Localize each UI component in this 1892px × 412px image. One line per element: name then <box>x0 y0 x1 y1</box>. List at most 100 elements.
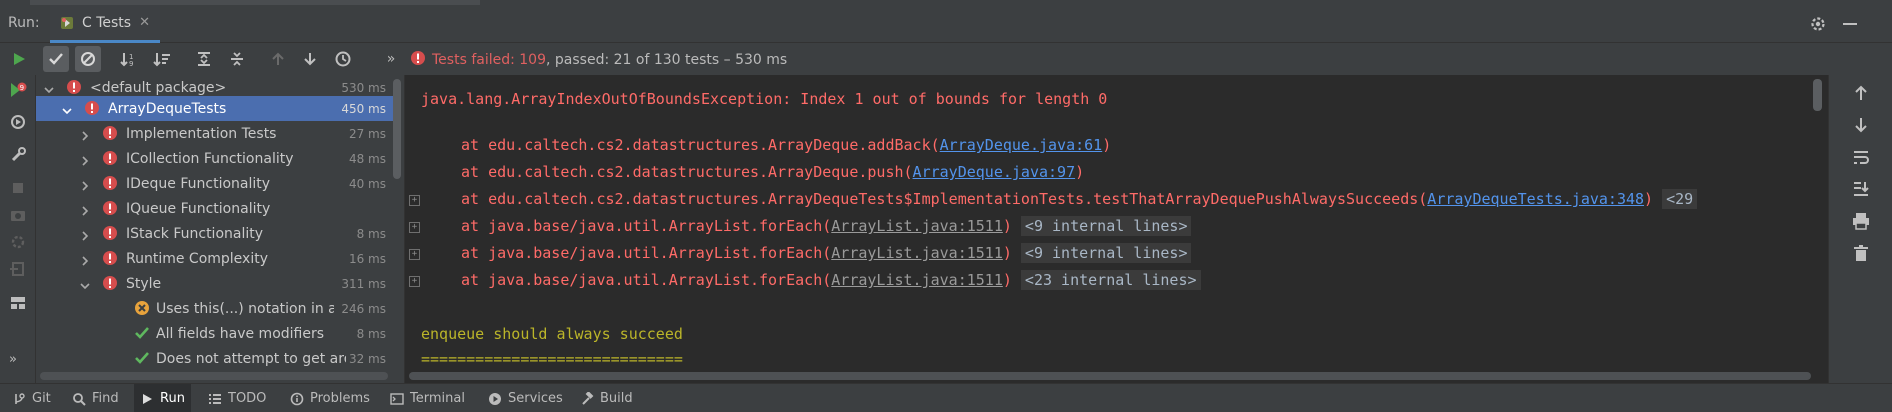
tree-horizontal-scrollbar[interactable] <box>40 372 388 380</box>
tool-label: Run <box>160 391 185 406</box>
minimize-icon[interactable] <box>1841 15 1859 33</box>
sort-alphabetically-icon[interactable]: 19 <box>116 46 142 72</box>
show-ignored-toggle[interactable] <box>75 46 101 72</box>
tool-window-bar: Git Find Run TODO Problems Terminal Serv… <box>0 383 1892 412</box>
gear-icon[interactable] <box>1809 15 1827 33</box>
source-link[interactable]: ArrayList.java:1511 <box>831 271 1003 289</box>
tree-row-istack-functionality[interactable]: IStack Functionality 8 ms <box>36 221 396 246</box>
run-header: Run: C Tests ✕ <box>0 5 1892 43</box>
failed-status-icon <box>66 79 82 95</box>
rerun-failed-icon[interactable]: 9 <box>9 81 27 99</box>
folded-lines[interactable]: <23 internal lines> <box>1020 270 1201 290</box>
tree-row-ideque-functionality[interactable]: IDeque Functionality 40 ms <box>36 171 396 196</box>
tab-c-tests[interactable]: C Tests ✕ <box>50 5 160 43</box>
console-vertical-scrollbar[interactable] <box>1813 79 1822 111</box>
scroll-to-end-icon[interactable] <box>1851 179 1871 199</box>
tree-row-label: Does not attempt to get aro <box>156 350 346 367</box>
tree-row-duration: 311 ms <box>341 276 386 291</box>
tree-row-arraydequetests[interactable]: ArrayDequeTests 450 ms <box>36 96 396 121</box>
tool-terminal[interactable]: Terminal <box>384 384 471 412</box>
source-link[interactable]: ArrayList.java:1511 <box>831 244 1003 262</box>
tree-row-uses-this-notation[interactable]: Uses this(...) notation in all l 246 ms <box>36 296 396 321</box>
chevron-right-icon[interactable] <box>80 229 90 241</box>
tool-run[interactable]: Run <box>134 384 191 412</box>
tree-row-runtime-complexity[interactable]: Runtime Complexity 16 ms <box>36 246 396 271</box>
sort-by-duration-icon[interactable] <box>149 46 175 72</box>
failed-status-icon <box>102 175 118 191</box>
chevron-right-icon[interactable] <box>80 179 90 191</box>
tree-row-all-fields-have-modifiers[interactable]: All fields have modifiers 8 ms <box>36 321 396 346</box>
collapse-all-icon[interactable] <box>224 46 250 72</box>
soft-wrap-icon[interactable] <box>1851 147 1871 167</box>
up-arrow-icon[interactable] <box>1851 83 1871 103</box>
next-failed-icon[interactable] <box>297 46 323 72</box>
fold-expand-icon[interactable]: + <box>409 276 420 287</box>
passed-status-icon <box>134 350 150 366</box>
tree-row-label: ICollection Functionality <box>126 150 294 167</box>
chevron-right-icon[interactable] <box>80 129 90 141</box>
source-link[interactable]: ArrayDequeTests.java:348 <box>1427 190 1644 208</box>
folded-lines[interactable]: <29 <box>1662 189 1698 209</box>
tool-todo[interactable]: TODO <box>202 384 272 412</box>
tool-services[interactable]: Services <box>482 384 569 412</box>
tree-row-label: All fields have modifiers <box>156 325 325 342</box>
more-icon[interactable]: » <box>9 352 27 370</box>
chevron-right-icon[interactable] <box>80 154 90 166</box>
source-link[interactable]: ArrayList.java:1511 <box>831 217 1003 235</box>
tree-row-label: Style <box>126 275 162 292</box>
trash-icon[interactable] <box>1851 243 1871 263</box>
test-status-message: Tests failed: 109, passed: 21 of 130 tes… <box>410 50 787 70</box>
chevron-down-icon[interactable] <box>80 279 90 290</box>
layout-icon[interactable] <box>9 294 27 312</box>
assertion-message: enqueue should always succeed <box>421 325 683 343</box>
source-link[interactable]: ArrayDeque.java:97 <box>913 163 1076 181</box>
failed-status-icon <box>102 125 118 141</box>
tool-label: Problems <box>310 391 370 406</box>
test-history-icon[interactable] <box>330 46 356 72</box>
tree-row-does-not-attempt[interactable]: Does not attempt to get aro 32 ms <box>36 346 396 371</box>
list-icon <box>208 392 222 406</box>
close-tab-icon[interactable]: ✕ <box>139 15 150 30</box>
rerun-icon[interactable] <box>6 46 32 72</box>
tree-row-implementation-tests[interactable]: Implementation Tests 27 ms <box>36 121 396 146</box>
fold-expand-icon[interactable]: + <box>409 222 420 233</box>
stack-frame: at java.base/java.util.ArrayList.forEach… <box>461 243 1192 263</box>
tool-build[interactable]: Build <box>574 384 639 412</box>
tree-row-style[interactable]: Style 311 ms <box>36 271 396 296</box>
show-passed-toggle[interactable] <box>43 46 69 72</box>
tool-git[interactable]: Git <box>6 384 57 412</box>
failed-status-icon <box>102 225 118 241</box>
tool-problems[interactable]: Problems <box>284 384 376 412</box>
tree-row-iqueue-functionality[interactable]: IQueue Functionality <box>36 196 396 221</box>
tree-vertical-scrollbar[interactable] <box>393 79 401 179</box>
tree-row-label: IStack Functionality <box>126 225 264 242</box>
console-action-strip <box>1828 75 1892 383</box>
error-icon <box>410 50 426 70</box>
folded-lines[interactable]: <9 internal lines> <box>1020 243 1192 263</box>
toggle-auto-test-icon[interactable] <box>9 113 27 131</box>
fold-expand-icon[interactable]: + <box>409 195 420 206</box>
exit-icon[interactable] <box>9 260 27 278</box>
previous-failed-icon[interactable] <box>265 46 291 72</box>
chevron-down-icon[interactable] <box>62 104 72 115</box>
down-arrow-icon[interactable] <box>1851 115 1871 135</box>
stop-icon[interactable] <box>9 179 27 197</box>
tree-row-icollection-functionality[interactable]: ICollection Functionality 48 ms <box>36 146 396 171</box>
chevron-right-icon[interactable] <box>80 254 90 266</box>
settings-icon[interactable] <box>9 233 27 251</box>
folded-lines[interactable]: <9 internal lines> <box>1020 216 1192 236</box>
more-actions-button[interactable]: » <box>378 46 404 72</box>
tool-find[interactable]: Find <box>66 384 125 412</box>
wrench-icon[interactable] <box>9 146 27 164</box>
chevron-right-icon[interactable] <box>80 204 90 216</box>
stack-frame: at java.base/java.util.ArrayList.forEach… <box>461 216 1192 236</box>
tab-title: C Tests <box>82 14 132 31</box>
camera-icon[interactable] <box>9 206 27 224</box>
expand-all-icon[interactable] <box>191 46 217 72</box>
fold-expand-icon[interactable]: + <box>409 249 420 260</box>
print-icon[interactable] <box>1851 211 1871 231</box>
tool-label: Git <box>32 391 51 406</box>
chevron-down-icon[interactable] <box>44 83 54 94</box>
console-horizontal-scrollbar[interactable] <box>409 372 1811 380</box>
source-link[interactable]: ArrayDeque.java:61 <box>940 136 1103 154</box>
